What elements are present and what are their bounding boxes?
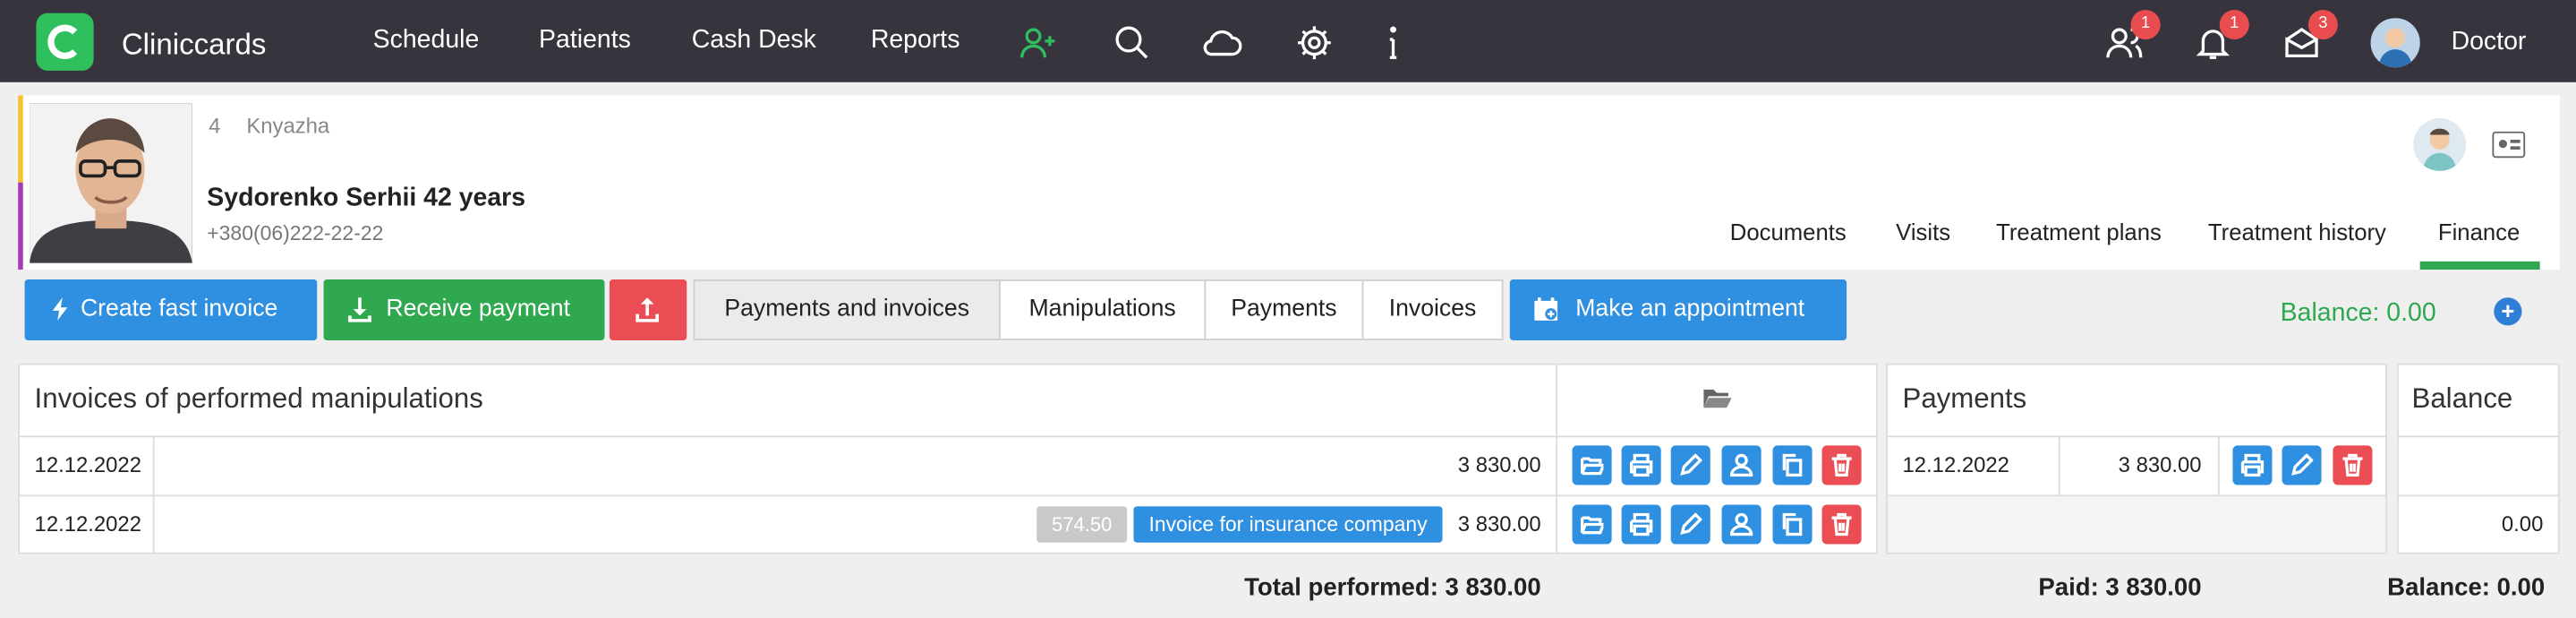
bell-icon[interactable]: 1 xyxy=(2193,10,2249,63)
edit-button[interactable] xyxy=(1670,445,1710,485)
copy-button[interactable] xyxy=(1772,504,1813,545)
divider xyxy=(152,435,155,554)
receive-payment-button[interactable]: Receive payment xyxy=(323,279,605,340)
segment-payments[interactable]: Payments xyxy=(1204,279,1364,340)
users-icon[interactable]: 1 xyxy=(2104,10,2161,63)
balance-summary: Balance: 0.00 xyxy=(2280,299,2436,328)
mail-badge: 3 xyxy=(2307,10,2338,40)
payment-date: 12.12.2022 xyxy=(1902,451,2009,477)
user-avatar[interactable] xyxy=(2370,18,2420,68)
patient-nickname: Knyazha xyxy=(246,113,330,139)
patient-photo xyxy=(30,103,192,263)
delete-button[interactable] xyxy=(1821,504,1862,545)
open-invoice-button[interactable] xyxy=(1572,445,1612,485)
patient-name: Sydorenko Serhii 42 years xyxy=(207,184,526,212)
divider xyxy=(18,435,1878,438)
nav-reports[interactable]: Reports xyxy=(871,26,960,56)
upload-button[interactable] xyxy=(609,279,687,340)
insurance-invoice-badge[interactable]: Invoice for insurance company xyxy=(1133,506,1443,543)
invoice-amount: 3 830.00 xyxy=(1457,511,1541,536)
total-paid: Paid: 3 830.00 xyxy=(2038,573,2202,602)
create-fast-invoice-label: Create fast invoice xyxy=(80,296,278,322)
tab-treatment-plans[interactable]: Treatment plans xyxy=(1996,219,2162,245)
top-bar: Cliniccards Schedule Patients Cash Desk … xyxy=(0,0,2576,82)
logo-icon[interactable] xyxy=(36,13,94,71)
make-appointment-label: Make an appointment xyxy=(1575,296,1805,322)
balance-value: 0.00 xyxy=(2501,511,2544,536)
assign-user-button[interactable] xyxy=(1721,445,1761,485)
edit-button[interactable] xyxy=(2282,445,2322,485)
segment-manipulations[interactable]: Manipulations xyxy=(998,279,1207,340)
divider xyxy=(2058,435,2060,495)
print-button[interactable] xyxy=(1621,445,1661,485)
users-badge: 1 xyxy=(2130,10,2161,40)
assign-user-button[interactable] xyxy=(1721,504,1761,545)
payment-amount: 3 830.00 xyxy=(2118,451,2202,477)
nav-schedule[interactable]: Schedule xyxy=(373,26,480,56)
status-stripe-purple xyxy=(18,182,23,270)
create-fast-invoice-button[interactable]: Create fast invoice xyxy=(24,279,318,340)
nav-patients[interactable]: Patients xyxy=(539,26,631,56)
tab-documents[interactable]: Documents xyxy=(1730,219,1847,245)
print-button[interactable] xyxy=(2232,445,2273,485)
patient-header: 4 Knyazha Sydorenko Serhii 42 years +380… xyxy=(18,95,2560,270)
nav-cash-desk[interactable]: Cash Desk xyxy=(692,26,816,56)
id-card-icon[interactable] xyxy=(2492,131,2526,159)
discount-badge: 574.50 xyxy=(1036,506,1128,543)
copy-button[interactable] xyxy=(1772,445,1813,485)
patient-number: 4 xyxy=(209,113,221,139)
tab-finance[interactable]: Finance xyxy=(2438,219,2520,245)
invoice-amount: 3 830.00 xyxy=(1457,451,1541,477)
divider xyxy=(1886,494,2387,497)
patient-phone: +380(06)222-22-22 xyxy=(207,221,384,245)
total-performed: Total performed: 3 830.00 xyxy=(1244,573,1541,602)
info-icon[interactable] xyxy=(1373,23,1412,63)
status-stripe-yellow xyxy=(18,95,23,183)
delete-button[interactable] xyxy=(2333,445,2373,485)
segment-invoices[interactable]: Invoices xyxy=(1361,279,1504,340)
mail-icon[interactable]: 3 xyxy=(2282,10,2338,63)
folder-open-icon[interactable] xyxy=(1702,386,1732,409)
invoice-date: 12.12.2022 xyxy=(34,511,141,536)
delete-button[interactable] xyxy=(1821,445,1862,485)
app-name: Cliniccards xyxy=(121,28,267,61)
user-name[interactable]: Doctor xyxy=(2452,28,2527,57)
make-appointment-button[interactable]: Make an appointment xyxy=(1509,279,1847,340)
total-balance: Balance: 0.00 xyxy=(2387,573,2546,602)
invoices-title: Invoices of performed manipulations xyxy=(34,382,483,415)
settings-icon[interactable] xyxy=(1294,23,1334,63)
payments-title: Payments xyxy=(1902,382,2027,415)
segment-payments-and-invoices[interactable]: Payments and invoices xyxy=(693,279,1001,340)
bell-badge: 1 xyxy=(2219,10,2249,40)
print-button[interactable] xyxy=(1621,504,1661,545)
balance-title: Balance xyxy=(2411,382,2513,415)
open-invoice-button[interactable] xyxy=(1572,504,1612,545)
active-tab-indicator xyxy=(2419,261,2540,270)
add-patient-icon[interactable] xyxy=(1019,23,1058,63)
divider xyxy=(2396,494,2560,497)
tab-visits[interactable]: Visits xyxy=(1896,219,1950,245)
divider xyxy=(1556,363,1558,554)
divider xyxy=(2217,435,2220,495)
divider xyxy=(1886,435,2387,438)
tab-treatment-history[interactable]: Treatment history xyxy=(2208,219,2386,245)
edit-button[interactable] xyxy=(1670,504,1710,545)
invoice-date: 12.12.2022 xyxy=(34,451,141,477)
add-balance-icon[interactable]: + xyxy=(2494,297,2522,326)
doctor-avatar[interactable] xyxy=(2413,118,2467,171)
divider xyxy=(2396,435,2560,438)
cloud-icon[interactable] xyxy=(1201,23,1244,63)
empty-row xyxy=(1887,496,2386,553)
receive-payment-label: Receive payment xyxy=(386,296,570,322)
search-icon[interactable] xyxy=(1113,23,1152,63)
divider xyxy=(18,494,1878,497)
